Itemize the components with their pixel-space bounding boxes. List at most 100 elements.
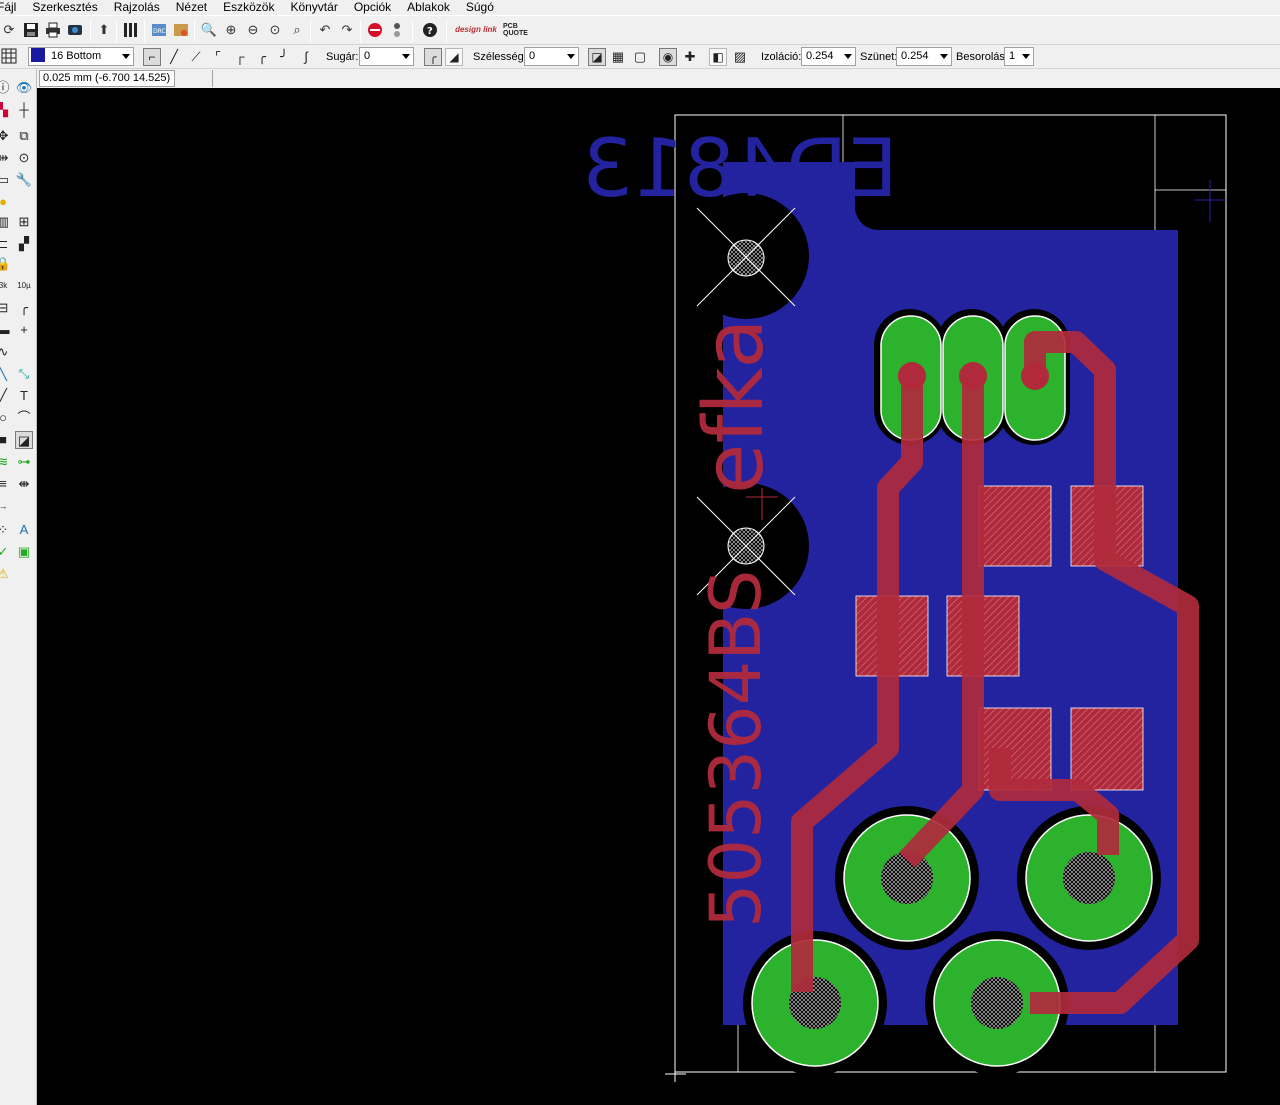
change-icon[interactable]: 🔧 <box>15 171 33 189</box>
hole-icon[interactable]: ⊶ <box>15 453 33 471</box>
via-icon[interactable]: ≋ <box>0 453 12 471</box>
menu-edit[interactable]: Szerkesztés <box>24 0 105 15</box>
arc-icon[interactable]: ⌒ <box>15 409 33 427</box>
menu-view[interactable]: Nézet <box>168 0 215 15</box>
miter-round-icon[interactable]: ╭ <box>424 48 442 66</box>
design-link-button[interactable]: design link <box>454 21 498 39</box>
wire-icon[interactable]: ╱ <box>0 387 12 405</box>
width-select[interactable]: 0 <box>524 47 579 66</box>
value-icon[interactable]: 3k <box>0 277 12 295</box>
dimension-icon[interactable]: ⇼ <box>15 475 33 493</box>
spacing-select[interactable]: 0.254 <box>896 47 952 66</box>
width-value: 0 <box>529 50 536 62</box>
miter-icon[interactable]: ╭ <box>15 299 33 317</box>
ratsnest-icon[interactable]: → <box>0 497 12 515</box>
warning-icon[interactable]: ⚠ <box>0 565 12 583</box>
zoom-out-icon[interactable]: ⊖ <box>244 21 262 39</box>
rank-select[interactable]: 1 <box>1004 47 1034 66</box>
mark-icon[interactable]: ┼ <box>15 101 33 119</box>
wire-bend-7-icon[interactable]: ∫ <box>297 48 315 66</box>
meander-icon[interactable]: + <box>15 321 33 339</box>
zoom-redraw-icon[interactable]: ⊙ <box>266 21 284 39</box>
polygon-pour-hatch-icon[interactable]: ▦ <box>609 48 627 66</box>
group-icon[interactable]: ▭ <box>0 171 12 189</box>
wire-bend-2-icon[interactable]: ⟋ <box>187 48 205 66</box>
text-icon[interactable]: T <box>15 387 33 405</box>
print-icon[interactable] <box>44 21 62 39</box>
command-line[interactable] <box>212 70 226 87</box>
erc-icon[interactable] <box>172 21 190 39</box>
display-icon[interactable]: ▚ <box>0 101 12 119</box>
zoom-in-icon[interactable]: ⊕ <box>222 21 240 39</box>
wire-bend-5-icon[interactable]: ╭ <box>253 48 271 66</box>
auto-icon[interactable]: ⁘ <box>0 521 12 539</box>
ripup-icon[interactable]: ╲ <box>0 365 12 383</box>
orphans-on-icon[interactable]: ◧ <box>709 48 727 66</box>
delete-icon[interactable]: ▥ <box>0 213 12 231</box>
pcb-board[interactable]: ED4813 efka 505364BS <box>37 88 1280 1105</box>
orphans-off-icon[interactable]: ▨ <box>731 48 749 66</box>
wire-bend-3-icon[interactable]: ⌜ <box>209 48 227 66</box>
stop-icon[interactable] <box>366 21 384 39</box>
menu-help[interactable]: Súgó <box>458 0 502 15</box>
radius-select[interactable]: 0 <box>359 47 414 66</box>
smash-icon[interactable]: 10µ <box>15 277 33 295</box>
info-icon[interactable]: ⓘ <box>0 79 12 97</box>
name-icon[interactable]: ▞ <box>15 235 33 253</box>
thermals-on-icon[interactable]: ◉ <box>659 48 677 66</box>
undo-icon[interactable]: ↶ <box>316 21 334 39</box>
polygon-pour-solid-icon[interactable]: ◪ <box>588 48 606 66</box>
copy-icon[interactable]: ⧉ <box>15 127 33 145</box>
grid-icon[interactable] <box>0 48 18 66</box>
menu-tools[interactable]: Eszközök <box>215 0 282 15</box>
move-icon[interactable]: ✥ <box>0 127 12 145</box>
split-icon[interactable]: ⊟ <box>0 299 12 317</box>
menu-windows[interactable]: Ablakok <box>399 0 458 15</box>
drc-icon[interactable]: DRC <box>150 21 168 39</box>
replace-icon[interactable]: ⊏ <box>0 235 12 253</box>
board-canvas[interactable]: ED4813 efka 505364BS <box>37 88 1280 1105</box>
save-icon[interactable] <box>22 21 40 39</box>
wire-bend-1-icon[interactable]: ╱ <box>165 48 183 66</box>
isolation-select[interactable]: 0.254 <box>801 47 856 66</box>
open-script-icon[interactable]: ⟳ <box>0 21 18 39</box>
go-icon[interactable] <box>388 21 406 39</box>
pcb-quote-button[interactable]: PCB QUOTE <box>503 21 539 39</box>
autorouter-icon[interactable]: A <box>15 521 33 539</box>
wire-bend-6-icon[interactable]: ╯ <box>275 48 293 66</box>
cam-icon[interactable] <box>66 21 84 39</box>
miter-straight-icon[interactable]: ◢ <box>445 48 463 66</box>
paste-icon[interactable]: ● <box>0 193 12 211</box>
drc-check-icon[interactable]: ✓ <box>0 543 12 561</box>
polygon-cutout-icon[interactable]: ▢ <box>631 48 649 66</box>
polygon-icon[interactable]: ◪ <box>15 431 33 449</box>
rotate-icon[interactable]: ⊙ <box>15 149 33 167</box>
help-icon[interactable]: ? <box>421 21 439 39</box>
circle-icon[interactable]: ○ <box>0 409 12 427</box>
layer-settings-icon[interactable] <box>122 21 140 39</box>
wire-bend-4-icon[interactable]: ┌ <box>231 48 249 66</box>
errors-icon[interactable]: ▣ <box>15 543 33 561</box>
signal-icon[interactable]: ⤡ <box>15 365 33 383</box>
menu-draw[interactable]: Rajzolás <box>106 0 168 15</box>
optimize-icon[interactable]: ▬ <box>0 321 12 339</box>
zoom-fit-icon[interactable]: 🔍 <box>200 21 218 39</box>
svg-text:DRC: DRC <box>153 28 166 35</box>
attribute-icon[interactable]: ≡ <box>0 475 12 493</box>
add-icon[interactable]: ⊞ <box>15 213 33 231</box>
redo-icon[interactable]: ↷ <box>338 21 356 39</box>
lock-icon[interactable]: 🔒 <box>0 255 12 273</box>
menu-library[interactable]: Könyvtár <box>282 0 345 15</box>
show-icon[interactable]: 👁 <box>15 79 33 97</box>
menu-options[interactable]: Opciók <box>346 0 399 15</box>
wire-bend-0-icon[interactable]: ⌐ <box>143 48 161 66</box>
svg-text:?: ? <box>427 26 433 37</box>
thermals-off-icon[interactable]: ✚ <box>681 48 699 66</box>
rect-icon[interactable]: ■ <box>0 431 12 449</box>
zoom-select-icon[interactable]: ⌕ <box>288 21 306 39</box>
mirror-icon[interactable]: ⇹ <box>0 149 12 167</box>
layer-select[interactable]: 16 Bottom <box>28 47 134 66</box>
board-schematic-switch-icon[interactable]: ⬆ <box>95 21 113 39</box>
route-icon[interactable]: ∿ <box>0 343 12 361</box>
menu-file[interactable]: Fájl <box>0 0 24 15</box>
